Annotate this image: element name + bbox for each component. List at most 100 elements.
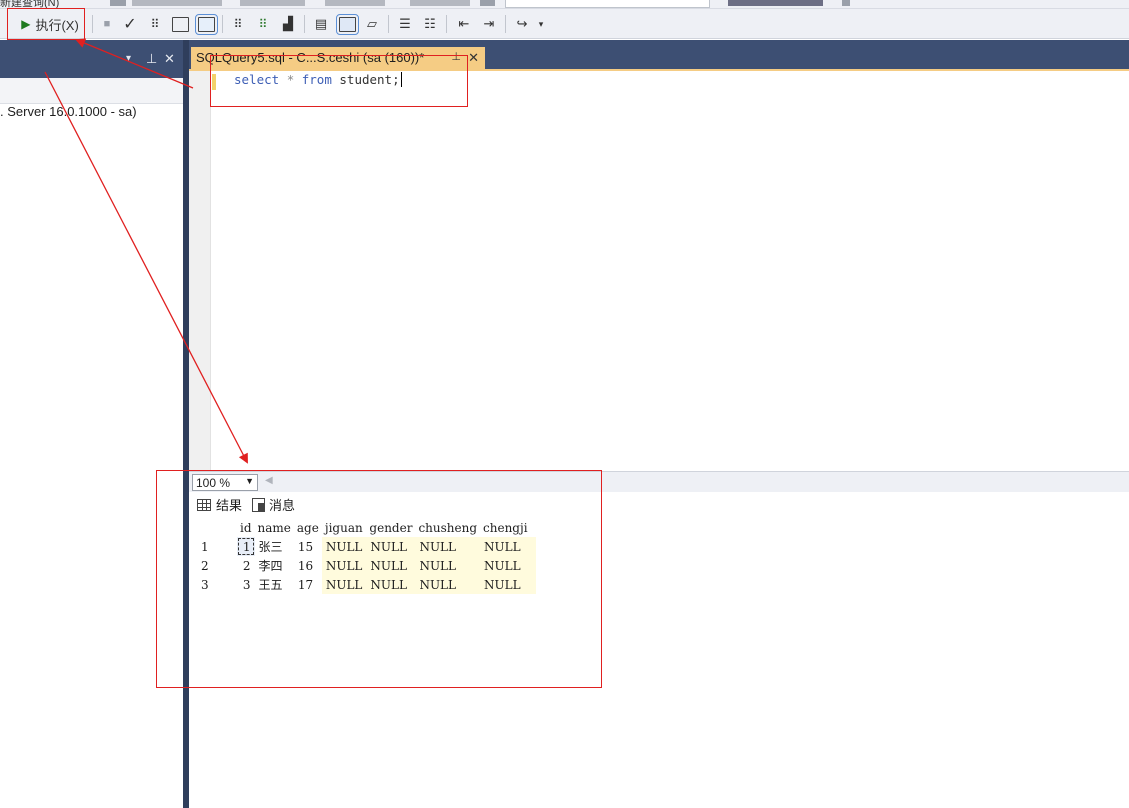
sql-editor[interactable]: select * from student; (189, 71, 1129, 470)
results-to-file-icon[interactable]: ▱ (362, 13, 382, 35)
cell-gender[interactable]: NULL (366, 575, 416, 594)
results-grid[interactable]: id name age jiguan gender chusheng cheng… (197, 518, 537, 594)
tab-title: SQLQuery5.sql - C...S.ceshi (sa (160))* (196, 50, 425, 65)
row-number[interactable]: 2 (197, 556, 237, 575)
table-row[interactable]: 1 1 张三 15 NULL NULL NULL NULL (197, 537, 537, 556)
sql-editor-toolbar: ▶ 执行(X) ■ ✓ ⠿ ⠿ ⠿ ▟ ▤ ▱ ☰ ☷ ⇤ ⇥ ↪ ▾ (0, 9, 1129, 39)
pin-icon[interactable]: ⊥ (451, 50, 461, 63)
toolbar-overflow-icon[interactable] (842, 0, 850, 6)
tab-sqlquery5[interactable]: SQLQuery5.sql - C...S.ceshi (sa (160))* … (191, 47, 485, 69)
toolbar-icon[interactable] (110, 0, 126, 6)
specify-values-icon[interactable]: ↪ (511, 13, 533, 35)
column-header[interactable]: chusheng (415, 518, 481, 537)
results-to-text-icon[interactable]: ▤ (311, 13, 331, 35)
server-node[interactable]: . Server 16.0.1000 - sa) (0, 104, 137, 119)
cell-name[interactable]: 张三 (255, 537, 294, 556)
column-header[interactable]: age (293, 518, 322, 537)
text-cursor (400, 72, 402, 87)
cell-name[interactable]: 王五 (255, 575, 294, 594)
cell-gender[interactable]: NULL (366, 537, 416, 556)
cell-age[interactable]: 17 (294, 575, 322, 594)
toolbar-icon-group[interactable] (132, 0, 222, 6)
column-header[interactable]: name (254, 518, 294, 537)
new-query-button[interactable]: 新建查询(N) (0, 0, 59, 8)
table-row[interactable]: 3 3 王五 17 NULL NULL NULL NULL (197, 575, 537, 594)
cell-age[interactable]: 16 (294, 556, 322, 575)
grid-icon (197, 498, 211, 511)
cell-gender[interactable]: NULL (366, 556, 416, 575)
play-icon: ▶ (21, 17, 31, 31)
row-number[interactable]: 3 (197, 575, 237, 594)
client-stats-icon[interactable]: ▟ (278, 13, 298, 35)
cell-chengji[interactable]: NULL (480, 537, 537, 556)
column-header[interactable]: id (237, 518, 255, 537)
column-header[interactable]: gender (366, 518, 416, 537)
tab-results[interactable]: 结果 (197, 495, 242, 514)
search-icon[interactable] (480, 0, 495, 6)
dropdown-icon[interactable]: ▾ (126, 53, 131, 64)
toolbar-icon-group[interactable] (728, 0, 823, 6)
pin-icon[interactable]: ⊥ (146, 51, 157, 67)
cell-id[interactable]: 1 (237, 537, 255, 556)
display-plan-icon[interactable]: ⠿ (145, 13, 165, 35)
include-plan-icon[interactable]: ⠿ (228, 13, 248, 35)
object-explorer-panel: ▾ ⊥ ✕ . Server 16.0.1000 - sa) (0, 40, 183, 808)
top-toolbar-partial: 新建查询(N) (0, 0, 1129, 9)
cell-jiguan[interactable]: NULL (321, 556, 367, 575)
stop-icon[interactable]: ■ (99, 13, 115, 35)
toolbar-search-input[interactable] (505, 0, 710, 8)
cell-id[interactable]: 2 (237, 556, 255, 575)
toolbar-icon-group[interactable] (240, 0, 305, 6)
results-tabs: 结果 消息 (197, 495, 305, 514)
toolbar-separator (505, 15, 506, 33)
execute-label: 执行(X) (35, 17, 79, 33)
cell-jiguan[interactable]: NULL (321, 537, 367, 556)
object-explorer-header: ▾ ⊥ ✕ (0, 40, 183, 78)
cell-chusheng[interactable]: NULL (415, 575, 481, 594)
change-marker (212, 74, 216, 90)
query-options-icon[interactable] (170, 13, 190, 35)
column-header[interactable]: chengji (480, 518, 537, 537)
cell-age[interactable]: 15 (294, 537, 322, 556)
operator-star: * (286, 72, 295, 87)
toolbar-icon-group[interactable] (325, 0, 385, 6)
tab-messages-label: 消息 (269, 498, 296, 513)
object-explorer-toolbar (0, 78, 183, 104)
close-icon[interactable]: ✕ (468, 50, 479, 66)
checkmark-icon[interactable]: ✓ (121, 13, 139, 35)
comment-lines-icon[interactable]: ☰ (395, 13, 415, 35)
grid-header-row: id name age jiguan gender chusheng cheng… (197, 518, 537, 537)
table-row[interactable]: 2 2 李四 16 NULL NULL NULL NULL (197, 556, 537, 575)
cell-chengji[interactable]: NULL (480, 556, 537, 575)
toolbar-overflow-icon[interactable]: ▾ (536, 13, 546, 35)
toolbar-separator (304, 15, 305, 33)
cell-chusheng[interactable]: NULL (415, 556, 481, 575)
cell-chengji[interactable]: NULL (480, 575, 537, 594)
increase-indent-icon[interactable]: ⇥ (478, 13, 500, 35)
toolbar-separator (92, 15, 93, 33)
messages-icon (252, 497, 266, 512)
decrease-indent-icon[interactable]: ⇤ (453, 13, 475, 35)
table-name: student; (339, 72, 400, 87)
column-header[interactable]: jiguan (321, 518, 367, 537)
cell-name[interactable]: 李四 (255, 556, 294, 575)
cell-jiguan[interactable]: NULL (321, 575, 367, 594)
keyword-from: from (301, 72, 332, 87)
uncomment-lines-icon[interactable]: ☷ (420, 13, 440, 35)
intellisense-icon[interactable] (194, 13, 218, 35)
tab-messages[interactable]: 消息 (252, 495, 295, 514)
code-line[interactable]: select * from student; (234, 72, 402, 87)
cell-chusheng[interactable]: NULL (415, 537, 481, 556)
zoom-select[interactable]: 100 % ▼ (192, 474, 258, 491)
toolbar-icon-group[interactable] (410, 0, 470, 6)
results-panel: 结果 消息 id name age jiguan gender chusheng… (189, 492, 1129, 808)
execute-button[interactable]: ▶ 执行(X) (14, 13, 86, 35)
row-number[interactable]: 1 (197, 537, 237, 556)
zoom-value: 100 % (196, 476, 231, 490)
scroll-left-icon[interactable]: ◀ (265, 475, 273, 486)
results-to-grid-icon[interactable] (335, 13, 359, 35)
cell-id[interactable]: 3 (237, 575, 255, 594)
close-icon[interactable]: ✕ (164, 51, 175, 67)
zoom-bar: 100 % ▼ ◀ (189, 471, 1129, 492)
live-stats-icon[interactable]: ⠿ (253, 13, 273, 35)
